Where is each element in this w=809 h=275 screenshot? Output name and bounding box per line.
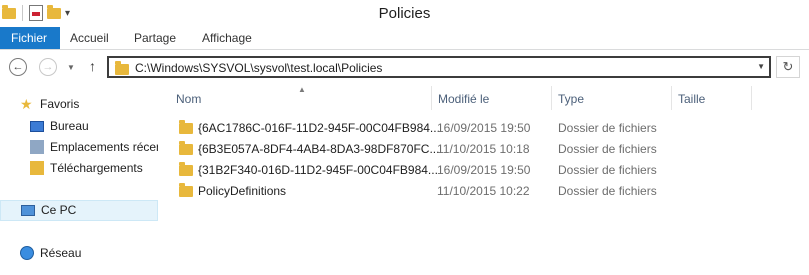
- window-title: Policies: [378, 5, 431, 22]
- table-row[interactable]: {31B2F340-016D-11D2-945F-00C04FB984... 1…: [160, 159, 809, 180]
- column-header-label: Type: [558, 92, 585, 106]
- refresh-button[interactable]: ↻: [776, 56, 800, 78]
- up-arrow-icon[interactable]: ↑: [89, 58, 96, 74]
- file-modified: 11/10/2015 10:22: [437, 184, 530, 198]
- table-row[interactable]: {6B3E057A-8DF4-4AB4-8DA3-98DF870FC... 11…: [160, 138, 809, 159]
- sidebar-item-telechargements[interactable]: Téléchargements: [0, 158, 158, 178]
- sidebar-item-label: Favoris: [40, 97, 80, 111]
- recent-places-icon: [30, 140, 44, 154]
- file-type: Dossier de fichiers: [558, 163, 657, 177]
- sidebar-item-favoris[interactable]: ★ Favoris: [0, 94, 158, 114]
- title-bar: ▾ Policies: [0, 0, 809, 27]
- address-dropdown-chevron-icon[interactable]: ▼: [757, 62, 765, 71]
- folder-icon: [179, 141, 193, 155]
- column-header-type[interactable]: Type: [552, 86, 672, 110]
- file-modified: 11/10/2015 10:18: [437, 142, 530, 156]
- network-icon: [20, 246, 34, 260]
- navigation-bar: ← → ▼ ↑ C:\Windows\SYSVOL\sysvol\test.lo…: [0, 50, 809, 84]
- folder-icon: [115, 61, 129, 75]
- tab-accueil[interactable]: Accueil: [62, 27, 117, 49]
- file-type: Dossier de fichiers: [558, 142, 657, 156]
- star-icon: ★: [20, 96, 33, 112]
- file-type: Dossier de fichiers: [558, 184, 657, 198]
- tab-partage[interactable]: Partage: [126, 27, 184, 49]
- column-header-size[interactable]: Taille: [672, 86, 752, 110]
- navigation-pane: ★ Favoris Bureau Emplacements récents Té…: [0, 86, 160, 275]
- sidebar-item-emplacements-recents[interactable]: Emplacements récents: [0, 137, 158, 157]
- sidebar-item-label: Téléchargements: [50, 161, 143, 175]
- folder-icon: [179, 120, 193, 134]
- column-header-name[interactable]: Nom: [160, 86, 432, 110]
- file-name: PolicyDefinitions: [198, 184, 287, 198]
- desktop-icon: [30, 121, 44, 132]
- column-header-label: Nom: [176, 92, 202, 106]
- ribbon-tabs: Fichier Accueil Partage Affichage: [0, 27, 809, 50]
- file-list: ▲ Nom Modifié le Type Taille {6AC1786C-0…: [160, 85, 809, 275]
- downloads-icon: [30, 161, 44, 175]
- recent-locations-chevron-icon[interactable]: ▼: [67, 63, 75, 72]
- file-type: Dossier de fichiers: [558, 121, 657, 135]
- table-row[interactable]: {6AC1786C-016F-11D2-945F-00C04FB984... 1…: [160, 117, 809, 138]
- column-header-label: Taille: [678, 92, 706, 106]
- sidebar-item-label: Bureau: [50, 119, 89, 133]
- back-button[interactable]: ←: [9, 58, 27, 76]
- sidebar-item-label: Ce PC: [41, 203, 77, 217]
- folder-icon: [179, 162, 193, 176]
- column-header-modified[interactable]: Modifié le: [432, 86, 552, 110]
- tab-fichier[interactable]: Fichier: [0, 27, 60, 49]
- file-name: {6AC1786C-016F-11D2-945F-00C04FB984...: [198, 121, 440, 135]
- file-modified: 16/09/2015 19:50: [437, 163, 531, 177]
- address-bar[interactable]: C:\Windows\SYSVOL\sysvol\test.local\Poli…: [107, 56, 771, 78]
- sidebar-item-label: Emplacements récents: [50, 140, 158, 154]
- address-path[interactable]: C:\Windows\SYSVOL\sysvol\test.local\Poli…: [135, 61, 382, 75]
- sidebar-item-bureau[interactable]: Bureau: [0, 116, 158, 136]
- file-name: {6B3E057A-8DF4-4AB4-8DA3-98DF870FC...: [198, 142, 440, 156]
- sidebar-item-label: Réseau: [40, 246, 82, 260]
- file-name: {31B2F340-016D-11D2-945F-00C04FB984...: [198, 163, 438, 177]
- folder-icon: [179, 183, 193, 197]
- sidebar-item-reseau[interactable]: Réseau: [0, 243, 158, 263]
- forward-button[interactable]: →: [39, 58, 57, 76]
- column-header-label: Modifié le: [438, 92, 490, 106]
- file-modified: 16/09/2015 19:50: [437, 121, 531, 135]
- tab-affichage[interactable]: Affichage: [194, 27, 260, 49]
- table-row[interactable]: PolicyDefinitions 11/10/2015 10:22 Dossi…: [160, 180, 809, 201]
- computer-icon: [21, 205, 35, 216]
- sidebar-item-ce-pc[interactable]: Ce PC: [0, 200, 158, 221]
